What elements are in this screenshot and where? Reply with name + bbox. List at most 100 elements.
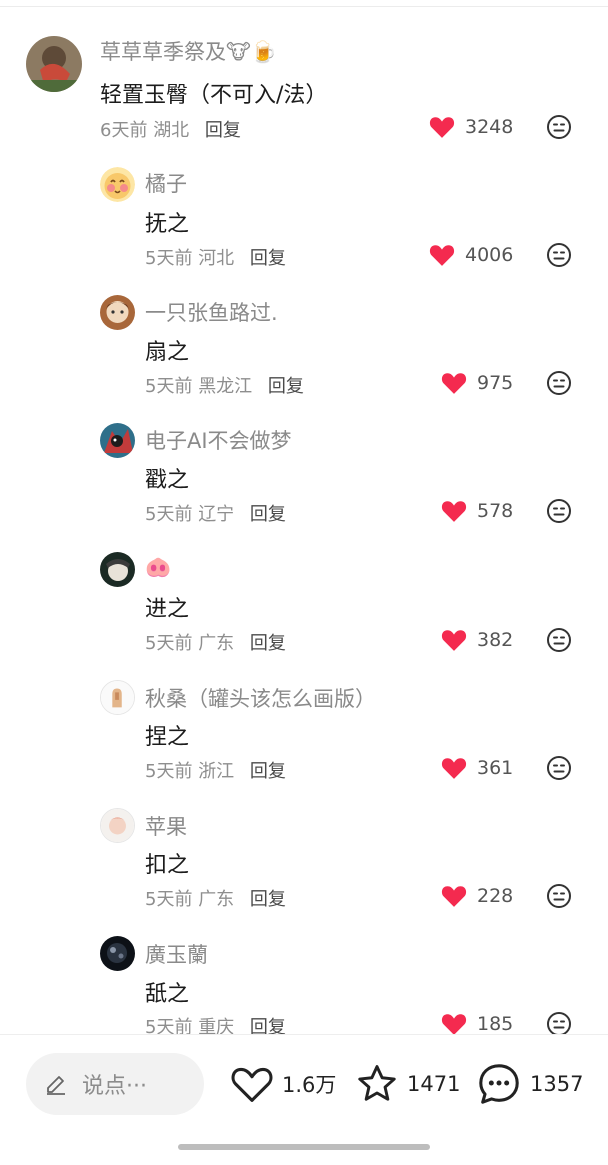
like-button[interactable]: 4006: [429, 240, 513, 270]
reply-button[interactable]: 回复: [250, 889, 286, 910]
dislike-button[interactable]: [546, 370, 572, 396]
comment-location: 浙江: [198, 761, 235, 782]
favorite-count: 1471: [407, 1072, 461, 1096]
comment-input[interactable]: 说点···: [26, 1053, 204, 1115]
like-count: 975: [477, 372, 514, 394]
neutral-face-icon: [547, 115, 571, 139]
heart-icon: [441, 501, 467, 522]
chat-bubble-icon: [479, 1064, 519, 1104]
comment-meta: 5天前 浙江 回复: [145, 757, 286, 783]
like-button[interactable]: 361: [441, 753, 513, 783]
comment-time: 5天前: [145, 633, 193, 654]
comment-count: 1357: [530, 1072, 584, 1096]
dislike-button[interactable]: [546, 755, 572, 781]
reply-button[interactable]: 回复: [250, 504, 286, 525]
like-button[interactable]: 3248: [429, 112, 513, 142]
comment-text: 舐之: [145, 982, 190, 1007]
heart-outline-icon: [231, 1067, 273, 1102]
comment-time: 5天前: [145, 248, 193, 269]
comment-meta: 5天前 河北 回复: [145, 244, 286, 270]
comment-text: 抚之: [145, 212, 190, 237]
comment-location: 黑龙江: [198, 376, 253, 397]
avatar[interactable]: [100, 680, 135, 715]
like-count: 228: [477, 885, 514, 907]
like-count: 361: [477, 757, 514, 779]
avatar[interactable]: [100, 423, 135, 458]
like-count: 3248: [465, 116, 514, 138]
comment-location: 广东: [198, 633, 235, 654]
comment-author[interactable]: 橘子: [145, 168, 187, 198]
reply-button[interactable]: 回复: [205, 120, 241, 141]
avatar[interactable]: [100, 552, 135, 587]
comment-author[interactable]: 🐽: [145, 555, 171, 580]
comment-location: 湖北: [153, 120, 190, 141]
comment-meta: 6天前 湖北 回复: [100, 116, 241, 142]
comment-author[interactable]: 草草草季祭及🐮🍺: [100, 36, 277, 66]
neutral-face-icon: [547, 756, 571, 780]
avatar[interactable]: [100, 295, 135, 330]
comment-location: 广东: [198, 889, 235, 910]
heart-icon: [441, 373, 467, 394]
neutral-face-icon: [547, 499, 571, 523]
top-divider: [0, 6, 608, 7]
heart-icon: [441, 758, 467, 779]
reply-button[interactable]: 回复: [268, 376, 304, 397]
reply-button[interactable]: 回复: [250, 761, 286, 782]
like-post-button[interactable]: 1.6万: [230, 1057, 336, 1111]
comment-text: 戳之: [145, 468, 190, 493]
avatar[interactable]: [100, 936, 135, 971]
home-indicator[interactable]: [178, 1144, 430, 1150]
avatar[interactable]: [100, 808, 135, 843]
comment-author[interactable]: 廣玉蘭: [145, 939, 208, 969]
favorite-button[interactable]: 1471: [355, 1057, 460, 1111]
heart-icon: [441, 630, 467, 651]
comment-meta: 5天前 广东 回复: [145, 885, 286, 911]
neutral-face-icon: [547, 371, 571, 395]
comment-time: 5天前: [145, 376, 193, 397]
heart-icon: [441, 886, 467, 907]
like-button[interactable]: 578: [441, 496, 513, 526]
like-button[interactable]: 975: [441, 368, 513, 398]
comment-time: 5天前: [145, 889, 193, 910]
comment-text: 扇之: [145, 340, 190, 365]
dislike-button[interactable]: [546, 627, 572, 653]
comment-author[interactable]: 秋桑（罐头该怎么画版）: [145, 683, 376, 713]
comment-time: 6天前: [100, 120, 148, 141]
comment-meta: 5天前 广东 回复: [145, 629, 286, 655]
comment-text: 进之: [145, 597, 190, 622]
heart-icon: [429, 117, 455, 138]
comment-time: 5天前: [145, 761, 193, 782]
comment-input-placeholder: 说点···: [82, 1074, 147, 1099]
comment-meta: 5天前 辽宁 回复: [145, 500, 286, 526]
comment-author[interactable]: 一只张鱼路过.: [145, 297, 278, 327]
like-button[interactable]: 382: [441, 625, 513, 655]
dislike-button[interactable]: [546, 498, 572, 524]
comment-location: 辽宁: [198, 504, 235, 525]
avatar[interactable]: [26, 36, 82, 92]
like-count: 578: [477, 500, 514, 522]
reply-button[interactable]: 回复: [250, 248, 286, 269]
neutral-face-icon: [547, 628, 571, 652]
comment-author[interactable]: 苹果: [145, 811, 187, 841]
comment-text: 扣之: [145, 853, 190, 878]
like-count: 4006: [465, 244, 514, 266]
comment-location: 河北: [198, 248, 235, 269]
like-count: 382: [477, 629, 514, 651]
reply-button[interactable]: 回复: [250, 633, 286, 654]
comment-time: 5天前: [145, 504, 193, 525]
post-like-count: 1.6万: [282, 1073, 337, 1097]
heart-icon: [441, 1014, 467, 1035]
comment-text: 轻置玉臀（不可入/法）: [100, 83, 328, 108]
star-outline-icon: [358, 1065, 396, 1101]
dislike-button[interactable]: [546, 114, 572, 140]
neutral-face-icon: [547, 243, 571, 267]
like-button[interactable]: 228: [441, 881, 513, 911]
comment-author[interactable]: 电子AI不会做梦: [145, 425, 292, 455]
comments-button[interactable]: 1357: [476, 1057, 583, 1111]
comment-text: 捏之: [145, 725, 190, 750]
like-count: 185: [477, 1013, 514, 1035]
dislike-button[interactable]: [546, 883, 572, 909]
pencil-icon: [47, 1076, 65, 1095]
dislike-button[interactable]: [546, 242, 572, 268]
avatar[interactable]: [100, 167, 135, 202]
